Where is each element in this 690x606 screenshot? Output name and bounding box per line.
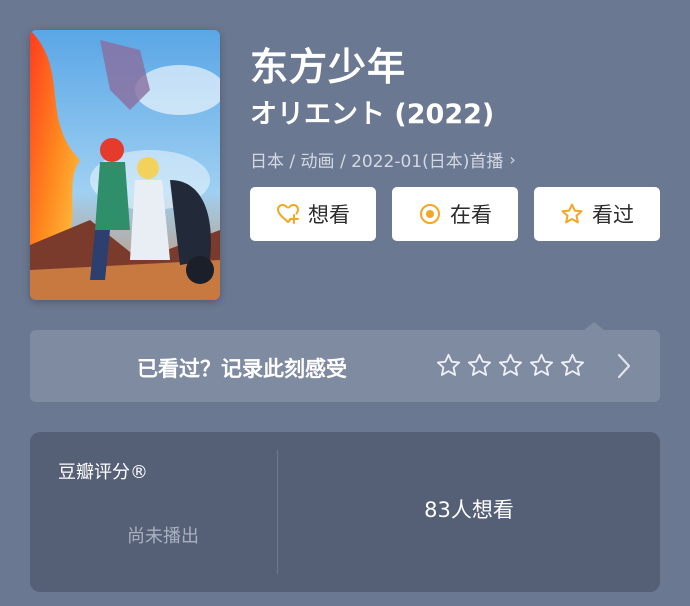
want-count[interactable]: 83人想看 [278,494,660,524]
heart-plus-icon [276,203,300,224]
movie-meta-text: 日本 / 动画 / 2022-01(日本)首播 [250,152,504,172]
rate-prompt-text: 已看过？记录此刻感受 [137,357,347,381]
want-button[interactable]: 想看 [250,187,376,241]
star-outline-icon[interactable] [559,352,586,379]
star-outline-icon[interactable] [497,352,524,379]
chevron-right-icon: › [509,150,516,169]
douban-score-label: 豆瓣评分® [58,462,148,483]
watching-button[interactable]: 在看 [392,187,518,241]
poster-art [30,30,220,300]
rate-bar-pointer [584,322,604,330]
score-status: 尚未播出 [127,526,199,547]
target-circle-icon [420,204,440,224]
star-outline-icon[interactable] [528,352,555,379]
movie-title: 东方少年 [250,45,407,89]
movie-original-title: オリエント (2022) [250,99,495,130]
chevron-right-icon[interactable] [616,352,632,380]
rate-prompt-bar[interactable]: 已看过？记录此刻感受 [30,322,660,402]
star-outline-icon [561,203,583,224]
watched-button-label: 看过 [592,203,634,227]
star-rating[interactable] [435,352,586,379]
want-button-label: 想看 [308,203,350,227]
poster-image[interactable] [30,30,220,300]
movie-meta-link[interactable]: 日本 / 动画 / 2022-01(日本)首播 › [250,147,516,172]
star-outline-icon[interactable] [466,352,493,379]
watched-button[interactable]: 看过 [534,187,660,241]
star-outline-icon[interactable] [435,352,462,379]
watching-button-label: 在看 [450,203,492,227]
douban-score-card: 豆瓣评分® 尚未播出 83人想看 [30,432,660,592]
